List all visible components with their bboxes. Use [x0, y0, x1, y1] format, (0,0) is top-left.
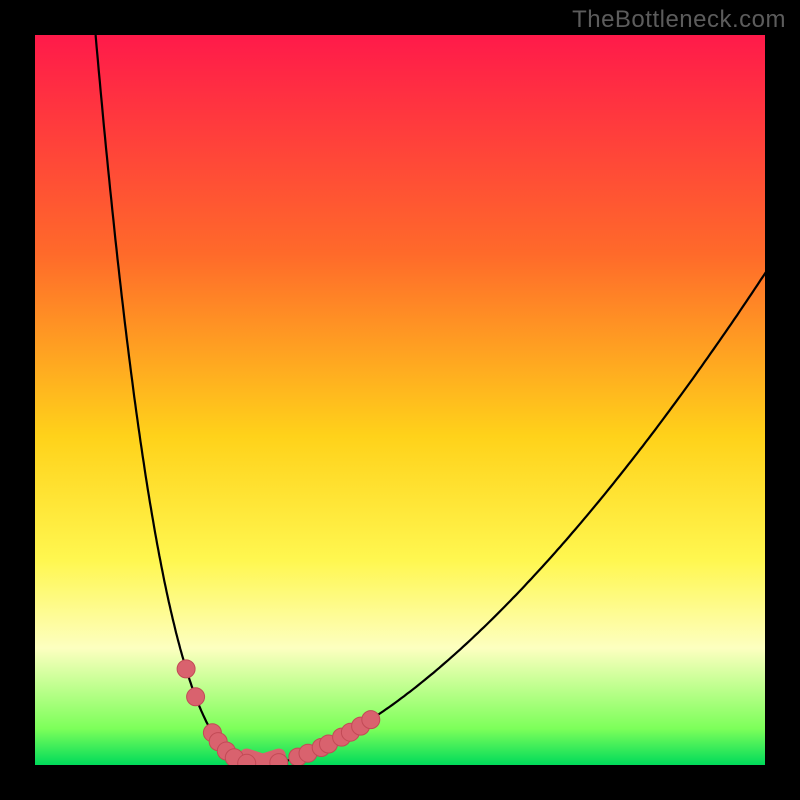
data-point	[187, 688, 205, 706]
data-point	[362, 711, 380, 729]
data-point	[238, 754, 256, 772]
bottleneck-chart	[0, 0, 800, 800]
plot-background	[35, 35, 765, 765]
data-point	[270, 754, 288, 772]
data-point	[177, 660, 195, 678]
watermark-text: TheBottleneck.com	[572, 6, 786, 34]
